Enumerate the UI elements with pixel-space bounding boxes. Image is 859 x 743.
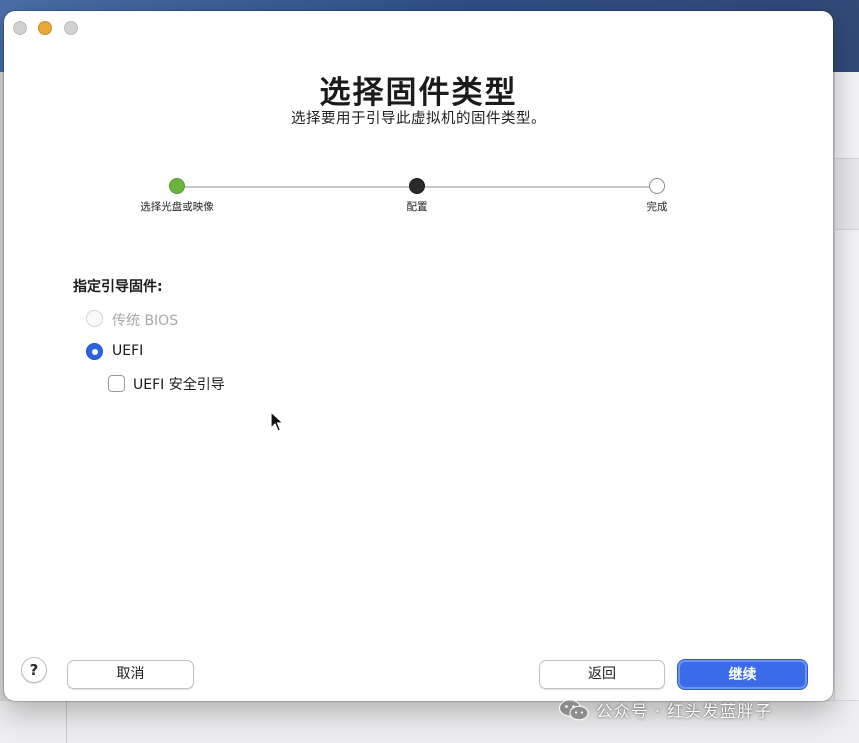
page-subtitle: 选择要用于引导此虚拟机的固件类型。 (291, 111, 546, 127)
watermark: 公众号 · 红头发蓝胖子 (558, 697, 772, 723)
background-window-right (834, 72, 859, 742)
close-window-button[interactable] (13, 21, 27, 35)
page-title: 选择固件类型 (319, 75, 518, 111)
mouse-pointer-icon (270, 411, 284, 432)
minimize-window-button[interactable] (38, 21, 52, 35)
legacy-bios-radio[interactable] (86, 310, 103, 327)
step-label-select-disc: 选择光盘或映像 (140, 201, 214, 213)
firmware-section-label: 指定引导固件: (73, 279, 163, 295)
back-button[interactable]: 返回 (539, 660, 665, 689)
continue-button[interactable]: 继续 (678, 660, 807, 689)
watermark-text: 公众号 · 红头发蓝胖子 (596, 702, 773, 721)
wechat-icon (559, 699, 589, 721)
uefi-secure-boot-checkbox[interactable] (108, 375, 125, 392)
cancel-button[interactable]: 取消 (67, 660, 194, 689)
help-button[interactable]: ? (21, 657, 47, 683)
step-label-configure: 配置 (406, 201, 428, 213)
step-connector-1 (185, 186, 409, 188)
zoom-window-button[interactable] (64, 21, 78, 35)
step-pending-indicator (649, 178, 665, 194)
step-label-finish: 完成 (646, 201, 668, 213)
firmware-dialog: 选择固件类型 选择要用于引导此虚拟机的固件类型。 选择光盘或映像 配置 完成 指… (4, 11, 833, 701)
step-current-indicator (409, 178, 425, 194)
uefi-radio[interactable] (86, 343, 103, 360)
step-done-indicator (169, 178, 185, 194)
uefi-secure-boot-label[interactable]: UEFI 安全引导 (133, 374, 225, 394)
uefi-label[interactable]: UEFI (112, 343, 143, 359)
legacy-bios-label: 传统 BIOS (112, 313, 179, 329)
step-connector-2 (425, 186, 649, 188)
background-divider (66, 701, 67, 743)
background-window-band (835, 158, 859, 230)
